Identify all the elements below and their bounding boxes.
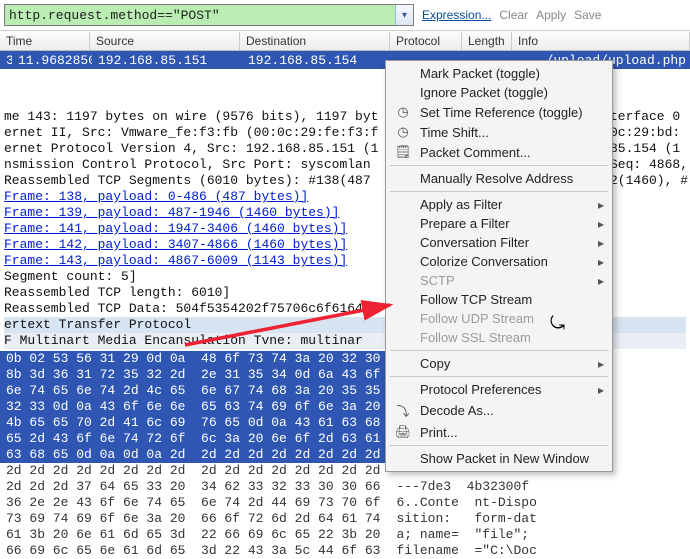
hex-row[interactable]: 73 69 74 69 6f 6e 3a 20 66 6f 72 6d 2d 6… — [0, 511, 690, 527]
hex-row[interactable]: 61 3b 20 6e 61 6d 65 3d 22 66 69 6c 65 2… — [0, 527, 690, 543]
ctx-label: Follow TCP Stream — [420, 292, 532, 307]
ctx-print[interactable]: 🖨 Print... — [388, 422, 610, 442]
hex-row[interactable]: 36 2e 2e 43 6f 6e 74 65 6e 74 2d 44 69 7… — [0, 495, 690, 511]
packet-src: 192.168.85.151 — [92, 53, 242, 68]
ctx-mark-packet-toggle[interactable]: Mark Packet (toggle) — [388, 64, 610, 83]
ctx-label: Set Time Reference (toggle) — [420, 105, 583, 120]
ctx-decode-as[interactable]: ⤵ Decode As... — [388, 399, 610, 422]
ctx-label: Mark Packet (toggle) — [420, 66, 540, 81]
ctx-label: Decode As... — [420, 403, 494, 418]
ctx-manually-resolve-address[interactable]: Manually Resolve Address — [388, 169, 610, 188]
ctx-label: Copy — [420, 356, 450, 371]
col-destination[interactable]: Destination — [240, 32, 390, 50]
filter-toolbar: ▾ Expression... Clear Apply Save — [0, 0, 690, 31]
ctx-label: Colorize Conversation — [420, 254, 548, 269]
ctx-set-time-reference-toggle[interactable]: ◷ Set Time Reference (toggle) — [388, 102, 610, 122]
ctx-prepare-a-filter[interactable]: Prepare a Filter ▸ — [388, 214, 610, 233]
ctx-follow-udp-stream: Follow UDP Stream — [388, 309, 610, 328]
packet-num: 3 — [0, 53, 12, 68]
apply-button[interactable]: Apply — [536, 8, 566, 22]
hex-row[interactable]: 66 69 6c 65 6e 61 6d 65 3d 22 43 3a 5c 4… — [0, 543, 690, 559]
packet-list-headers: Time Source Destination Protocol Length … — [0, 31, 690, 51]
col-length[interactable]: Length — [462, 32, 512, 50]
chevron-right-icon: ▸ — [598, 198, 604, 212]
col-info[interactable]: Info — [512, 32, 690, 50]
ctx-icon: ⤵ — [394, 401, 412, 420]
chevron-right-icon: ▸ — [598, 255, 604, 269]
ctx-label: Protocol Preferences — [420, 382, 541, 397]
ctx-packet-comment[interactable]: 🗒 Packet Comment... — [388, 142, 610, 162]
chevron-right-icon: ▸ — [598, 217, 604, 231]
ctx-label: Ignore Packet (toggle) — [420, 85, 548, 100]
ctx-label: Print... — [420, 425, 458, 440]
ctx-label: SCTP — [420, 273, 455, 288]
packet-time: 11.9682850 — [12, 53, 92, 68]
clear-button[interactable]: Clear — [499, 8, 528, 22]
ctx-label: Packet Comment... — [420, 145, 531, 160]
ctx-label: Conversation Filter — [420, 235, 529, 250]
chevron-right-icon: ▸ — [598, 357, 604, 371]
col-protocol[interactable]: Protocol — [390, 32, 462, 50]
col-time[interactable]: Time — [0, 32, 90, 50]
ctx-colorize-conversation[interactable]: Colorize Conversation ▸ — [388, 252, 610, 271]
filter-text[interactable] — [5, 6, 395, 25]
col-source[interactable]: Source — [90, 32, 240, 50]
ctx-label: Apply as Filter — [420, 197, 502, 212]
expression-link[interactable]: Expression... — [422, 8, 491, 22]
ctx-follow-ssl-stream: Follow SSL Stream — [388, 328, 610, 347]
ctx-icon: 🗒 — [394, 144, 412, 160]
hex-row[interactable]: 2d 2d 2d 37 64 65 33 20 34 62 33 32 33 3… — [0, 479, 690, 495]
ctx-protocol-preferences[interactable]: Protocol Preferences ▸ — [388, 380, 610, 399]
packet-dst: 192.168.85.154 — [242, 53, 387, 68]
ctx-apply-as-filter[interactable]: Apply as Filter ▸ — [388, 195, 610, 214]
packet-context-menu[interactable]: Mark Packet (toggle) Ignore Packet (toggl… — [385, 60, 613, 472]
chevron-right-icon: ▸ — [598, 383, 604, 397]
ctx-time-shift[interactable]: ◷ Time Shift... — [388, 122, 610, 142]
chevron-right-icon: ▸ — [598, 236, 604, 250]
ctx-follow-tcp-stream[interactable]: Follow TCP Stream — [388, 290, 610, 309]
ctx-label: Follow SSL Stream — [420, 330, 531, 345]
ctx-label: Manually Resolve Address — [420, 171, 573, 186]
chevron-right-icon: ▸ — [598, 274, 604, 288]
ctx-icon: ◷ — [394, 124, 412, 140]
ctx-conversation-filter[interactable]: Conversation Filter ▸ — [388, 233, 610, 252]
packet-details-right-fragments: terface 00c:29:bd:85.154 (1Seq: 4868,2(1… — [610, 109, 688, 189]
ctx-ignore-packet-toggle[interactable]: Ignore Packet (toggle) — [388, 83, 610, 102]
ctx-label: Prepare a Filter — [420, 216, 510, 231]
ctx-icon: ◷ — [394, 104, 412, 120]
ctx-show-packet-in-new-window[interactable]: Show Packet in New Window — [388, 449, 610, 468]
ctx-icon: 🖨 — [394, 424, 412, 440]
filter-dropdown-icon[interactable]: ▾ — [395, 5, 413, 25]
ctx-label: Show Packet in New Window — [420, 451, 589, 466]
ctx-label: Time Shift... — [420, 125, 489, 140]
ctx-sctp: SCTP ▸ — [388, 271, 610, 290]
display-filter-input[interactable]: ▾ — [4, 4, 414, 26]
ctx-copy[interactable]: Copy ▸ — [388, 354, 610, 373]
ctx-label: Follow UDP Stream — [420, 311, 534, 326]
save-button[interactable]: Save — [574, 8, 601, 22]
